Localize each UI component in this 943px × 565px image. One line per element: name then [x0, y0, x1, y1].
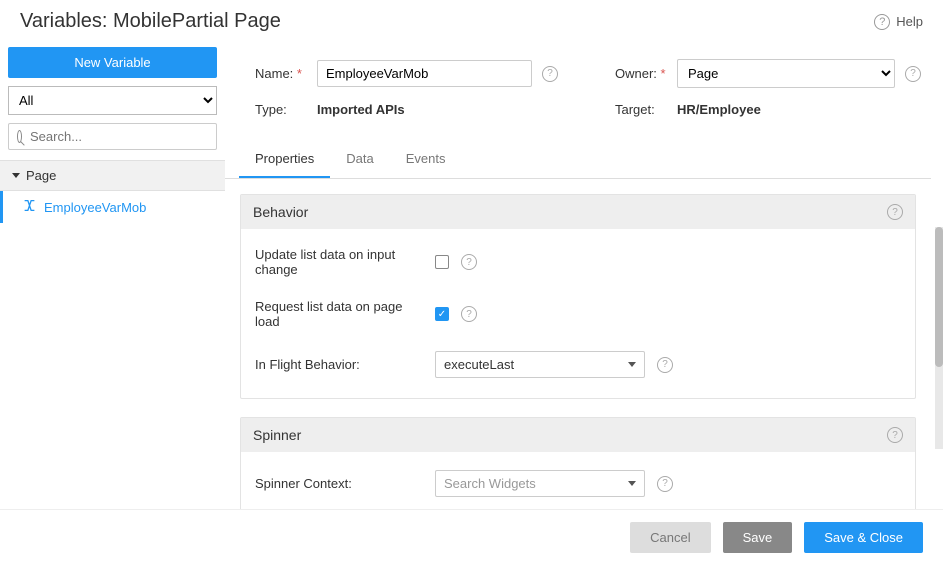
- hint-icon[interactable]: ?: [542, 66, 558, 82]
- search-input-wrap[interactable]: [8, 123, 217, 150]
- section-behavior: Behavior ? Update list data on input cha…: [240, 194, 916, 399]
- update-on-input-checkbox[interactable]: [435, 255, 449, 269]
- target-label: Target:: [615, 102, 667, 117]
- spinner-context-select[interactable]: Search Widgets: [435, 470, 645, 497]
- hint-icon[interactable]: ?: [887, 427, 903, 443]
- hint-icon[interactable]: ?: [905, 66, 921, 82]
- filter-select[interactable]: All: [8, 86, 217, 115]
- hint-icon[interactable]: ?: [461, 254, 477, 270]
- section-title: Behavior: [253, 204, 308, 220]
- inflight-select[interactable]: executeLast: [435, 351, 645, 378]
- variable-icon: [23, 199, 36, 215]
- hint-icon[interactable]: ?: [461, 306, 477, 322]
- update-on-input-label: Update list data on input change: [255, 247, 425, 277]
- hint-icon[interactable]: ?: [887, 204, 903, 220]
- section-spinner: Spinner ? Spinner Context: Search Widget…: [240, 417, 916, 509]
- owner-label: Owner: *: [615, 66, 667, 81]
- scrollbar-thumb[interactable]: [935, 227, 943, 367]
- search-input[interactable]: [28, 128, 208, 145]
- help-link[interactable]: ? Help: [874, 14, 923, 30]
- dialog-title: Variables: MobilePartial Page: [20, 10, 281, 33]
- tree-item-label: EmployeeVarMob: [44, 200, 146, 215]
- hint-icon[interactable]: ?: [657, 357, 673, 373]
- type-label: Type:: [255, 102, 307, 117]
- target-value: HR/Employee: [677, 102, 761, 117]
- inflight-label: In Flight Behavior:: [255, 357, 425, 372]
- request-on-load-label: Request list data on page load: [255, 299, 425, 329]
- tree-group-page[interactable]: Page: [0, 160, 225, 191]
- spinner-context-label: Spinner Context:: [255, 476, 425, 491]
- save-button[interactable]: Save: [723, 522, 793, 553]
- name-input[interactable]: [317, 60, 532, 87]
- tab-bar: Properties Data Events: [225, 141, 931, 179]
- request-on-load-checkbox[interactable]: ✓: [435, 307, 449, 321]
- new-variable-button[interactable]: New Variable: [8, 47, 217, 78]
- main-panel: Name: * ? Owner: * Page ?: [225, 41, 943, 509]
- type-value: Imported APIs: [317, 102, 405, 117]
- chevron-down-icon: [628, 481, 636, 486]
- owner-select[interactable]: Page: [677, 59, 895, 88]
- help-label: Help: [896, 14, 923, 29]
- section-title: Spinner: [253, 427, 301, 443]
- chevron-down-icon: [12, 173, 20, 178]
- search-icon: [17, 130, 22, 143]
- tab-properties[interactable]: Properties: [239, 141, 330, 178]
- properties-panel: Behavior ? Update list data on input cha…: [225, 179, 931, 509]
- sidebar: New Variable All Page EmployeeVarMob: [0, 41, 225, 509]
- tree-group-label: Page: [26, 168, 56, 183]
- tab-events[interactable]: Events: [390, 141, 462, 178]
- cancel-button[interactable]: Cancel: [630, 522, 710, 553]
- dialog-footer: Cancel Save Save & Close: [0, 509, 943, 565]
- tab-data[interactable]: Data: [330, 141, 389, 178]
- save-close-button[interactable]: Save & Close: [804, 522, 923, 553]
- hint-icon[interactable]: ?: [657, 476, 673, 492]
- help-icon: ?: [874, 14, 890, 30]
- chevron-down-icon: [628, 362, 636, 367]
- name-label: Name: *: [255, 66, 307, 81]
- tree-item-variable[interactable]: EmployeeVarMob: [0, 191, 225, 223]
